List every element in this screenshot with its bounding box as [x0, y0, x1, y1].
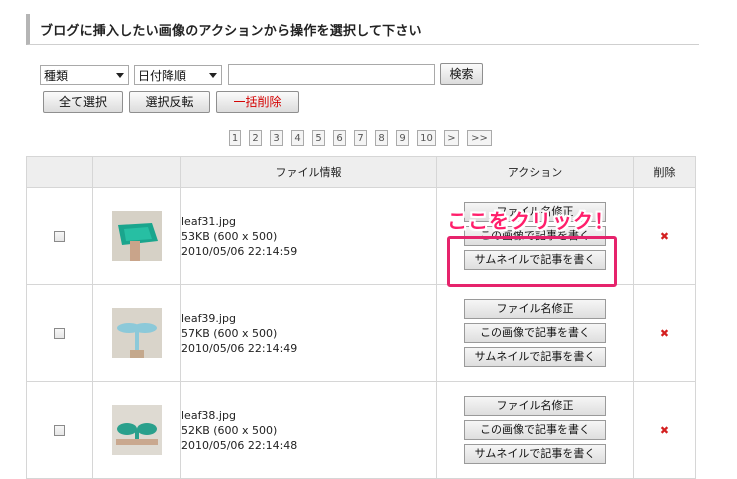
page-link[interactable]: 10 [417, 130, 436, 146]
column-header-thumb [92, 156, 181, 188]
file-info: leaf38.jpg 52KB (600 x 500) 2010/05/06 2… [180, 381, 437, 479]
row-checkbox[interactable] [54, 230, 65, 242]
table-row: leaf39.jpg 57KB (600 x 500) 2010/05/06 2… [26, 284, 696, 382]
type-select-value: 種類 [44, 69, 69, 83]
delete-icon[interactable]: ✖ [660, 424, 669, 437]
rename-button[interactable]: ファイル名修正 [464, 299, 606, 319]
leaf-photo-1-thumbnail[interactable] [111, 211, 162, 261]
file-date: 2010/05/06 22:14:59 [181, 244, 298, 258]
page-title: ブログに挿入したい画像のアクションから操作を選択して下さい [40, 24, 422, 39]
leaf-photo-icon [111, 211, 162, 261]
file-size: 53KB (600 x 500) [181, 229, 278, 243]
sort-select-value: 日付降順 [138, 69, 187, 83]
page-link[interactable]: 6 [333, 130, 346, 146]
last-page-link[interactable]: >> [467, 130, 492, 146]
write-with-thumbnail-button[interactable]: サムネイルで記事を書く [464, 250, 606, 270]
invert-selection-button[interactable]: 選択反転 [129, 91, 210, 113]
file-info: leaf31.jpg 53KB (600 x 500) 2010/05/06 2… [180, 187, 437, 285]
page-link[interactable]: 3 [270, 130, 283, 146]
file-size: 52KB (600 x 500) [181, 423, 278, 437]
page-link[interactable]: 1 [229, 130, 241, 146]
table-row: leaf31.jpg 53KB (600 x 500) 2010/05/06 2… [26, 187, 696, 285]
rename-button[interactable]: ファイル名修正 [464, 396, 606, 416]
leaf-photo-3-thumbnail[interactable] [111, 405, 162, 455]
sort-select[interactable]: 日付降順 [134, 65, 222, 85]
delete-icon[interactable]: ✖ [660, 327, 669, 340]
page-link[interactable]: 7 [354, 130, 367, 146]
file-size: 57KB (600 x 500) [181, 326, 278, 340]
page-link[interactable]: 8 [375, 130, 388, 146]
file-date: 2010/05/06 22:14:48 [181, 438, 298, 452]
table-row: leaf38.jpg 52KB (600 x 500) 2010/05/06 2… [26, 381, 696, 479]
search-input[interactable] [228, 64, 435, 85]
bulk-delete-button[interactable]: 一括削除 [216, 91, 299, 113]
column-header-file-info: ファイル情報 [180, 156, 437, 188]
chevron-down-icon [209, 73, 217, 78]
leaf-photo-2-thumbnail[interactable] [111, 308, 162, 358]
chevron-down-icon [116, 73, 124, 78]
select-all-button[interactable]: 全て選択 [43, 91, 123, 113]
search-button[interactable]: 検索 [440, 63, 483, 85]
column-header-select [26, 156, 93, 188]
column-header-delete: 削除 [633, 156, 696, 188]
pagination: 1 2 3 4 5 6 7 8 9 10 > >> [0, 130, 737, 147]
page-link[interactable]: 2 [249, 130, 262, 146]
click-here-callout: ここをクリック！ [447, 209, 615, 233]
page-link[interactable]: 9 [396, 130, 409, 146]
file-name: leaf39.jpg [181, 311, 236, 325]
write-with-image-button[interactable]: この画像で記事を書く [464, 420, 606, 440]
type-select[interactable]: 種類 [40, 65, 129, 85]
file-name: leaf38.jpg [181, 408, 236, 422]
write-with-image-button[interactable]: この画像で記事を書く [464, 323, 606, 343]
leaf-photo-icon [111, 405, 162, 455]
leaf-photo-icon [111, 308, 162, 358]
write-with-thumbnail-button[interactable]: サムネイルで記事を書く [464, 444, 606, 464]
file-date: 2010/05/06 22:14:49 [181, 341, 298, 355]
table-header-row: ファイル情報 アクション 削除 [26, 156, 696, 188]
row-checkbox[interactable] [54, 327, 65, 339]
column-header-action: アクション [436, 156, 634, 188]
file-name: leaf31.jpg [181, 214, 236, 228]
page-link[interactable]: 5 [312, 130, 325, 146]
page-link[interactable]: 4 [291, 130, 304, 146]
delete-icon[interactable]: ✖ [660, 230, 669, 243]
next-page-link[interactable]: > [444, 130, 459, 146]
row-checkbox[interactable] [54, 424, 65, 436]
write-with-thumbnail-button[interactable]: サムネイルで記事を書く [464, 347, 606, 367]
file-info: leaf39.jpg 57KB (600 x 500) 2010/05/06 2… [180, 284, 437, 382]
page-header: ブログに挿入したい画像のアクションから操作を選択して下さい [26, 14, 699, 45]
